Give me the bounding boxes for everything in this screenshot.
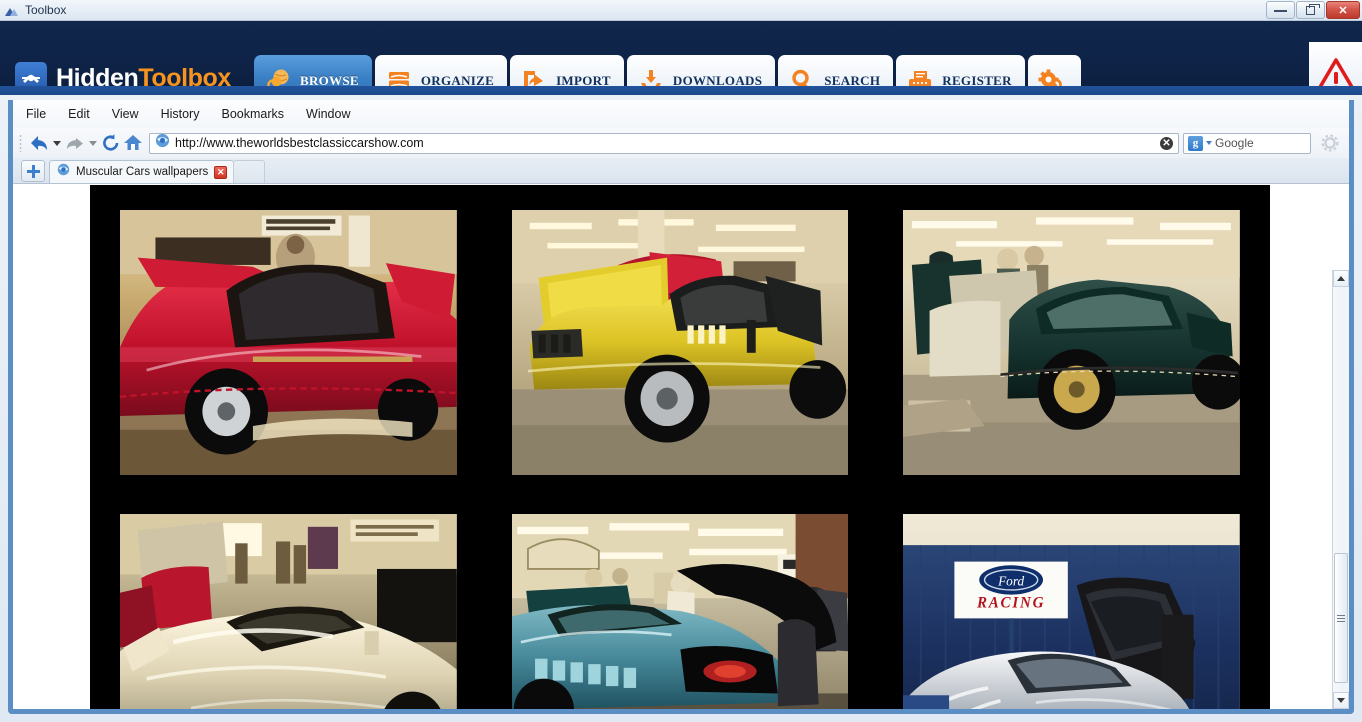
app-tab-search-label: SEARCH bbox=[824, 73, 881, 88]
gallery-thumbnail[interactable]: Ford RACING bbox=[880, 499, 1263, 709]
photo-green-coupe bbox=[903, 209, 1241, 476]
site-favicon-icon bbox=[155, 133, 170, 153]
browser-tab-muscular-cars[interactable]: Muscular Cars wallpapers ✕ bbox=[49, 160, 235, 183]
menu-edit[interactable]: Edit bbox=[68, 107, 90, 121]
close-button[interactable]: ✕ bbox=[1326, 1, 1360, 19]
minimize-button[interactable] bbox=[1266, 1, 1295, 19]
menu-file[interactable]: File bbox=[26, 107, 46, 121]
wallpaper-grid: Ford RACING bbox=[97, 195, 1263, 709]
gallery-thumbnail[interactable] bbox=[488, 195, 872, 490]
browser-tab-title: Muscular Cars wallpapers bbox=[76, 166, 209, 178]
browser-tabstrip: Muscular Cars wallpapers ✕ bbox=[13, 158, 1349, 184]
reload-icon[interactable] bbox=[100, 132, 122, 154]
warning-triangle-icon[interactable] bbox=[1313, 57, 1358, 95]
browse-globe-search-icon bbox=[263, 66, 293, 95]
app-tab-register-label: REGISTER bbox=[942, 73, 1012, 88]
brand-text: HiddenToolbox bbox=[56, 64, 231, 93]
search-engine-chevron-down-icon[interactable] bbox=[1206, 141, 1212, 145]
forward-history-chevron-down-icon[interactable] bbox=[89, 140, 97, 146]
photo-silver-corvette bbox=[119, 513, 457, 709]
app-tab-downloads-label: DOWNLOADS bbox=[672, 73, 763, 88]
clear-x-icon[interactable]: ✕ bbox=[1160, 136, 1173, 150]
scroll-up-arrow-icon[interactable] bbox=[1333, 270, 1349, 287]
warning-panel bbox=[1309, 42, 1362, 95]
browser-tab-placeholder bbox=[233, 160, 266, 183]
toolbar-grip[interactable] bbox=[19, 134, 22, 152]
brand-primary: Hidden bbox=[56, 63, 139, 92]
brand: HiddenToolbox bbox=[15, 62, 231, 94]
browser-menubar: File Edit View History Bookmarks Window bbox=[13, 100, 1349, 128]
app-header: HiddenToolbox BROWSE ORGANIZE IMPORT DOW… bbox=[0, 21, 1362, 95]
maximize-button[interactable] bbox=[1296, 1, 1325, 19]
address-bar[interactable]: http://www.theworldsbestclassiccarshow.c… bbox=[149, 132, 1179, 154]
search-input[interactable]: g Google bbox=[1183, 132, 1311, 154]
browser-window: File Edit View History Bookmarks Window bbox=[8, 100, 1354, 714]
scroll-down-arrow-icon[interactable] bbox=[1333, 692, 1349, 709]
brand-secondary: Toolbox bbox=[138, 63, 231, 92]
app-tab-settings[interactable] bbox=[1027, 55, 1081, 95]
settings-gear-icon[interactable] bbox=[1317, 130, 1343, 156]
photo-red-mustang bbox=[119, 209, 457, 476]
window-controls: ✕ bbox=[1266, 1, 1360, 19]
app-tab-downloads[interactable]: DOWNLOADS bbox=[626, 55, 776, 95]
search-placeholder: Google bbox=[1215, 136, 1254, 150]
gallery-thumbnail[interactable] bbox=[97, 195, 480, 490]
page-scrollbar-vertical[interactable] bbox=[1332, 270, 1349, 709]
import-arrow-icon bbox=[519, 66, 549, 95]
home-icon[interactable] bbox=[122, 132, 144, 154]
page-viewport: Ford RACING bbox=[13, 185, 1349, 709]
app-tab-import[interactable]: IMPORT bbox=[510, 55, 624, 95]
app-tab-search[interactable]: SEARCH bbox=[778, 55, 894, 95]
search-magnifier-icon bbox=[787, 66, 817, 95]
organize-drawer-icon bbox=[384, 66, 414, 95]
new-tab-plus-icon[interactable] bbox=[21, 160, 45, 182]
gallery-thumbnail[interactable] bbox=[97, 499, 480, 709]
browser-navbar: http://www.theworldsbestclassiccarshow.c… bbox=[13, 128, 1349, 158]
os-window: Toolbox ✕ HiddenToolbox BROWSE ORGANIZE … bbox=[0, 0, 1362, 722]
settings-gear-refresh-icon bbox=[1036, 66, 1066, 95]
menu-bookmarks[interactable]: Bookmarks bbox=[221, 107, 284, 121]
menu-history[interactable]: History bbox=[161, 107, 200, 121]
photo-teal-challenger bbox=[511, 513, 849, 709]
svg-text:Ford: Ford bbox=[997, 573, 1024, 588]
app-tab-browse[interactable]: BROWSE bbox=[254, 55, 372, 95]
menu-view[interactable]: View bbox=[112, 107, 139, 121]
gallery-thumbnail[interactable] bbox=[880, 195, 1263, 490]
window-titlebar: Toolbox ✕ bbox=[0, 0, 1362, 21]
window-title: Toolbox bbox=[25, 3, 67, 17]
photo-ford-gt: Ford RACING bbox=[903, 513, 1241, 709]
svg-text:RACING: RACING bbox=[976, 594, 1045, 611]
site-favicon-icon bbox=[57, 163, 70, 181]
url-text: http://www.theworldsbestclassiccarshow.c… bbox=[175, 136, 424, 150]
forward-arrow-icon bbox=[64, 132, 86, 154]
menu-window[interactable]: Window bbox=[306, 107, 350, 121]
app-tab-browse-label: BROWSE bbox=[300, 73, 359, 88]
app-icon bbox=[5, 3, 19, 17]
hidden-toolbox-logo-icon bbox=[15, 62, 47, 94]
scrollbar-thumb[interactable] bbox=[1334, 553, 1348, 683]
photo-yellow-cuda bbox=[511, 209, 849, 476]
gallery-thumbnail[interactable] bbox=[488, 499, 872, 709]
app-tab-organize-label: ORGANIZE bbox=[420, 73, 495, 88]
downloads-tray-icon bbox=[636, 66, 666, 95]
app-tab-register[interactable]: REGISTER bbox=[896, 55, 1025, 95]
back-history-chevron-down-icon[interactable] bbox=[53, 140, 61, 146]
register-form-icon bbox=[905, 66, 935, 95]
wallpaper-gallery: Ford RACING bbox=[90, 185, 1270, 709]
app-tab-bar: BROWSE ORGANIZE IMPORT DOWNLOADS SEARCH … bbox=[254, 55, 1084, 95]
app-tab-import-label: IMPORT bbox=[556, 73, 611, 88]
google-engine-icon[interactable]: g bbox=[1188, 135, 1203, 151]
app-tab-organize[interactable]: ORGANIZE bbox=[374, 55, 508, 95]
close-tab-icon[interactable]: ✕ bbox=[214, 165, 228, 179]
back-arrow-icon[interactable] bbox=[28, 132, 50, 154]
